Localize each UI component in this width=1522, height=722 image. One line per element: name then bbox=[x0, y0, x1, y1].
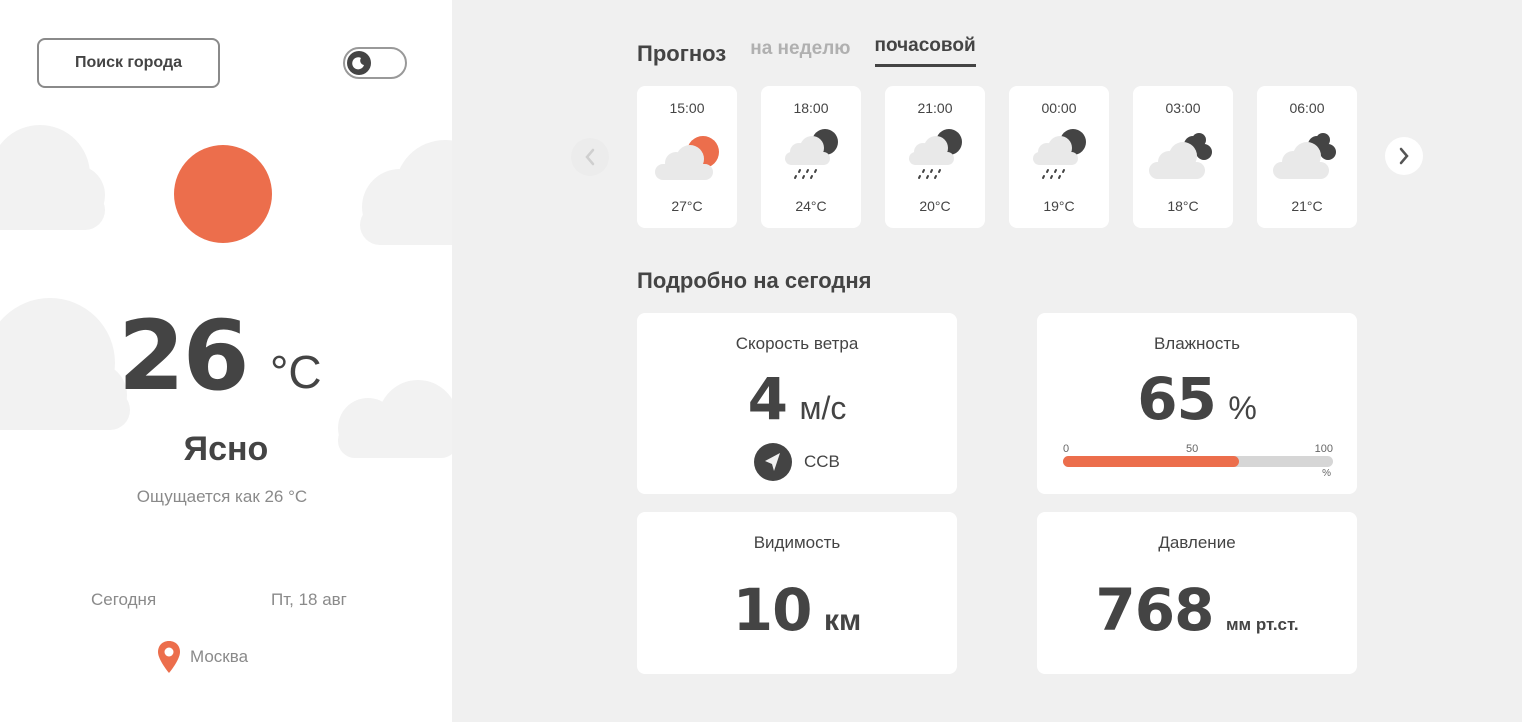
current-date: Пт, 18 авг bbox=[271, 590, 347, 609]
location: Москва bbox=[157, 640, 248, 674]
scale-unit: % bbox=[1322, 468, 1331, 479]
theme-toggle[interactable] bbox=[343, 47, 407, 79]
visibility-label: Видимость bbox=[753, 533, 841, 552]
hour-temp: 24°C bbox=[795, 198, 827, 214]
humidity-bar-fill bbox=[1063, 456, 1239, 467]
wind-direction-icon bbox=[754, 443, 792, 481]
hour-time: 18:00 bbox=[793, 100, 829, 116]
next-button[interactable] bbox=[1385, 137, 1423, 175]
hour-card: 00:00 19°C bbox=[1009, 86, 1109, 228]
hour-card: 03:00 18°C bbox=[1133, 86, 1233, 228]
hour-card: 06:00 21°C bbox=[1257, 86, 1357, 228]
pressure-value: 768 bbox=[1095, 576, 1214, 644]
partly-sunny-icon bbox=[655, 136, 719, 180]
wind-card: Скорость ветра 4 м/с ССВ bbox=[637, 313, 957, 494]
scale-min: 0 bbox=[1063, 443, 1070, 455]
humidity-value: 65 bbox=[1137, 365, 1217, 433]
scale-max: 100 bbox=[1314, 443, 1333, 455]
pressure-unit: мм рт.ст. bbox=[1225, 615, 1299, 634]
visibility-unit: км bbox=[823, 604, 862, 637]
hour-card: 18:00 24°C bbox=[761, 86, 861, 228]
feels-like: Ощущается как 26 °C bbox=[136, 487, 308, 506]
hour-temp: 20°C bbox=[919, 198, 951, 214]
night-rain-icon bbox=[785, 129, 838, 179]
wind-unit: м/с bbox=[799, 390, 847, 426]
current-temperature: 26 bbox=[118, 300, 250, 412]
scale-mid: 50 bbox=[1186, 443, 1199, 455]
details-title: Подробно на сегодня bbox=[637, 268, 872, 293]
current-weather-panel: Поиск города 26 °C Ясно Ощущается как 26… bbox=[0, 0, 452, 722]
hour-time: 21:00 bbox=[917, 100, 953, 116]
temperature-unit: °C bbox=[270, 346, 322, 398]
humidity-unit: % bbox=[1228, 390, 1257, 426]
forecast-header: Прогноз на неделю почасовой bbox=[637, 35, 976, 67]
night-rain-icon bbox=[1033, 129, 1086, 179]
pressure-card: Давление 768 мм рт.ст. bbox=[1037, 512, 1357, 674]
tab-week[interactable]: на неделю bbox=[750, 38, 850, 67]
chevron-left-icon bbox=[585, 148, 595, 166]
search-city-button[interactable]: Поиск города bbox=[37, 38, 220, 88]
wind-value: 4 bbox=[747, 365, 788, 433]
pressure-label: Давление bbox=[1158, 533, 1236, 552]
hour-temp: 27°C bbox=[671, 198, 703, 214]
prev-button[interactable] bbox=[571, 138, 609, 176]
weather-condition: Ясно bbox=[183, 430, 269, 468]
hour-time: 15:00 bbox=[669, 100, 705, 116]
chevron-right-icon bbox=[1399, 147, 1409, 165]
humidity-label: Влажность bbox=[1153, 334, 1241, 353]
hour-card: 21:00 20°C bbox=[885, 86, 985, 228]
sun-icon bbox=[174, 145, 272, 243]
background-cloud bbox=[360, 140, 452, 245]
humidity-card: Влажность 65 % 0 50 100 % bbox=[1037, 313, 1357, 494]
visibility-card: Видимость 10 км bbox=[637, 512, 957, 674]
background-cloud bbox=[0, 298, 130, 430]
night-cloudy-icon bbox=[1149, 133, 1212, 179]
hour-time: 03:00 bbox=[1165, 100, 1201, 116]
location-pin-icon bbox=[158, 641, 180, 673]
humidity-bar bbox=[1063, 456, 1333, 467]
hour-card: 15:00 27°C bbox=[637, 86, 737, 228]
wind-direction: ССВ bbox=[804, 452, 840, 471]
hour-time: 00:00 bbox=[1041, 100, 1077, 116]
tab-hourly[interactable]: почасовой bbox=[874, 35, 976, 67]
night-rain-icon bbox=[909, 129, 962, 179]
hour-temp: 21°C bbox=[1291, 198, 1323, 214]
wind-label: Скорость ветра bbox=[735, 334, 859, 353]
location-name: Москва bbox=[190, 647, 249, 666]
background-cloud bbox=[0, 125, 105, 230]
hour-temp: 18°C bbox=[1167, 198, 1199, 214]
hour-time: 06:00 bbox=[1289, 100, 1325, 116]
moon-icon bbox=[347, 51, 371, 75]
hour-temp: 19°C bbox=[1043, 198, 1075, 214]
today-label: Сегодня bbox=[91, 590, 157, 609]
forecast-title: Прогноз bbox=[637, 41, 727, 66]
night-cloudy-icon bbox=[1273, 133, 1336, 179]
humidity-scale: 0 50 100 bbox=[1063, 443, 1333, 455]
visibility-value: 10 bbox=[732, 576, 813, 644]
